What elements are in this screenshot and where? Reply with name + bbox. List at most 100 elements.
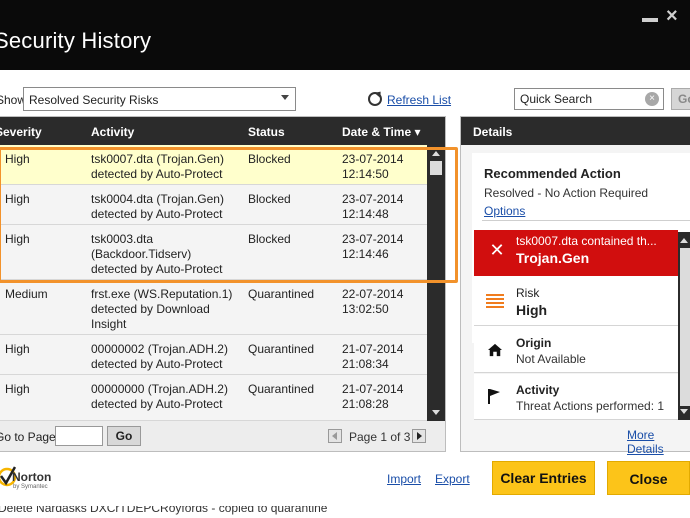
goto-page-button[interactable]: Go xyxy=(107,426,141,446)
filter-dropdown[interactable]: Resolved Security Risks xyxy=(23,87,296,111)
datetime-cell: 21-07-2014 21:08:34 xyxy=(342,342,403,372)
history-table: Severity Activity Status Date & Time ▾ H… xyxy=(0,116,446,452)
clear-entries-button[interactable]: Clear Entries xyxy=(492,461,595,495)
brand-name: Norton xyxy=(12,470,52,484)
activity-line: detected by Auto-Protect xyxy=(91,207,223,221)
chevron-down-icon xyxy=(281,95,289,100)
activity-line: detected by Download xyxy=(91,302,210,316)
table-row[interactable]: Medium frst.exe (WS.Reputation.1) detecte… xyxy=(0,280,427,335)
scroll-up-icon[interactable] xyxy=(680,238,688,243)
clear-search-icon[interactable]: × xyxy=(645,92,659,106)
column-header-status[interactable]: Status xyxy=(248,125,285,139)
origin-item: Origin Not Available xyxy=(474,327,678,373)
activity-cell: tsk0003.dta (Backdoor.Tidserv) detected by… xyxy=(91,232,222,277)
details-scrollbar[interactable] xyxy=(678,232,690,420)
window-title: Security History xyxy=(0,28,152,53)
refresh-list-link[interactable]: Refresh List xyxy=(387,93,451,107)
column-header-date-time[interactable]: Date & Time ▾ xyxy=(342,125,421,139)
threat-description: tsk0007.dta contained th... xyxy=(516,234,657,248)
activity-line: detected by Auto-Protect xyxy=(91,357,223,371)
activity-line: detected by Auto-Protect xyxy=(91,397,223,411)
activity-cell: tsk0004.dta (Trojan.Gen) detected by Auto… xyxy=(91,192,224,222)
activity-line: detected by Auto-Protect xyxy=(91,167,223,181)
date-text: 23-07-2014 xyxy=(342,152,404,166)
title-bar: Security History × xyxy=(0,0,690,70)
time-text: 12:14:46 xyxy=(342,247,389,261)
scroll-thumb[interactable] xyxy=(430,161,442,175)
home-icon xyxy=(488,343,502,357)
activity-value: Threat Actions performed: 1 xyxy=(516,399,665,413)
table-row[interactable]: High tsk0007.dta (Trojan.Gen) detected by… xyxy=(0,145,427,185)
refresh-icon[interactable] xyxy=(368,92,382,106)
table-scrollbar[interactable] xyxy=(427,145,445,421)
activity-line: tsk0007.dta (Trojan.Gen) xyxy=(91,152,224,166)
activity-cell: frst.exe (WS.Reputation.1) detected by Do… xyxy=(91,287,232,332)
options-link[interactable]: Options xyxy=(484,204,525,218)
date-text: 23-07-2014 xyxy=(342,192,404,206)
column-header-severity[interactable]: Severity xyxy=(0,125,42,139)
scroll-up-icon[interactable] xyxy=(432,151,440,156)
page-indicator: Page 1 of 3 xyxy=(349,430,411,444)
table-row[interactable]: High 00000002 (Trojan.ADH.2) detected by … xyxy=(0,335,427,375)
severity-cell: High xyxy=(5,232,30,246)
pager: Go to Page: Go Page 1 of 3 xyxy=(0,421,445,451)
details-header: Details xyxy=(461,117,690,145)
activity-line: (Backdoor.Tidserv) xyxy=(91,247,192,261)
datetime-cell: 23-07-2014 12:14:50 xyxy=(342,152,403,182)
column-header-activity[interactable]: Activity xyxy=(91,125,134,139)
activity-item: Activity Threat Actions performed: 1 xyxy=(474,374,678,420)
threat-name: Trojan.Gen xyxy=(516,250,590,266)
background-text: Delete Nardasks DXCrTDEPCRoyfords - copi… xyxy=(0,506,328,515)
export-link[interactable]: Export xyxy=(435,472,470,486)
date-time-label: Date & Time xyxy=(342,125,412,139)
severity-cell: High xyxy=(5,152,30,166)
close-button[interactable]: Close xyxy=(607,461,690,495)
more-details-link[interactable]: More Details xyxy=(627,428,690,456)
activity-line: 00000000 (Trojan.ADH.2) xyxy=(91,382,228,396)
flag-icon xyxy=(488,389,500,404)
activity-line: detected by Auto-Protect xyxy=(91,262,223,276)
activity-line: 00000002 (Trojan.ADH.2) xyxy=(91,342,228,356)
table-row[interactable]: High tsk0004.dta (Trojan.Gen) detected by… xyxy=(0,185,427,225)
time-text: 13:02:50 xyxy=(342,302,389,316)
previous-page-icon[interactable] xyxy=(328,429,342,443)
date-text: 21-07-2014 xyxy=(342,382,404,396)
status-cell: Blocked xyxy=(248,152,291,166)
scroll-down-icon[interactable] xyxy=(432,410,440,415)
goto-page-label: Go to Page: xyxy=(0,430,60,444)
table-row[interactable]: High tsk0003.dta (Backdoor.Tidserv) detect… xyxy=(0,225,427,280)
datetime-cell: 23-07-2014 12:14:46 xyxy=(342,232,403,262)
threat-banner[interactable]: ✕ tsk0007.dta contained th... Trojan.Gen xyxy=(474,230,678,276)
activity-line: tsk0003.dta xyxy=(91,232,154,246)
quick-search-input[interactable] xyxy=(515,89,640,109)
datetime-cell: 21-07-2014 21:08:28 xyxy=(342,382,403,412)
next-page-icon[interactable] xyxy=(412,429,426,443)
activity-line: tsk0004.dta (Trojan.Gen) xyxy=(91,192,224,206)
origin-value: Not Available xyxy=(516,352,586,366)
table-rows: High tsk0007.dta (Trojan.Gen) detected by… xyxy=(0,145,427,421)
goto-page-input[interactable] xyxy=(55,426,103,446)
severity-cell: Medium xyxy=(5,287,48,301)
activity-cell: tsk0007.dta (Trojan.Gen) detected by Auto… xyxy=(91,152,224,182)
risk-value: High xyxy=(516,302,548,318)
scroll-thumb[interactable] xyxy=(680,248,690,406)
divider xyxy=(482,220,690,221)
scroll-down-icon[interactable] xyxy=(680,409,688,414)
date-text: 23-07-2014 xyxy=(342,232,404,246)
status-cell: Blocked xyxy=(248,192,291,206)
norton-logo: Norton by Symantec xyxy=(0,466,68,496)
severity-cell: High xyxy=(5,192,30,206)
time-text: 21:08:28 xyxy=(342,397,389,411)
severity-cell: High xyxy=(5,342,30,356)
import-link[interactable]: Import xyxy=(387,472,421,486)
table-row[interactable]: High 00000000 (Trojan.ADH.2) detected by … xyxy=(0,375,427,421)
search-go-button[interactable]: Go xyxy=(671,88,690,110)
activity-label: Activity xyxy=(516,383,560,397)
activity-cell: 00000000 (Trojan.ADH.2) detected by Auto-… xyxy=(91,382,228,412)
risk-level-icon xyxy=(486,294,504,308)
close-icon[interactable]: × xyxy=(666,6,690,26)
table-header: Severity Activity Status Date & Time ▾ xyxy=(0,117,445,145)
background-window-strip: Delete Nardasks DXCrTDEPCRoyfords - copi… xyxy=(0,506,690,518)
minimize-icon[interactable] xyxy=(640,14,660,22)
recommended-action-status: Resolved - No Action Required xyxy=(484,186,649,200)
